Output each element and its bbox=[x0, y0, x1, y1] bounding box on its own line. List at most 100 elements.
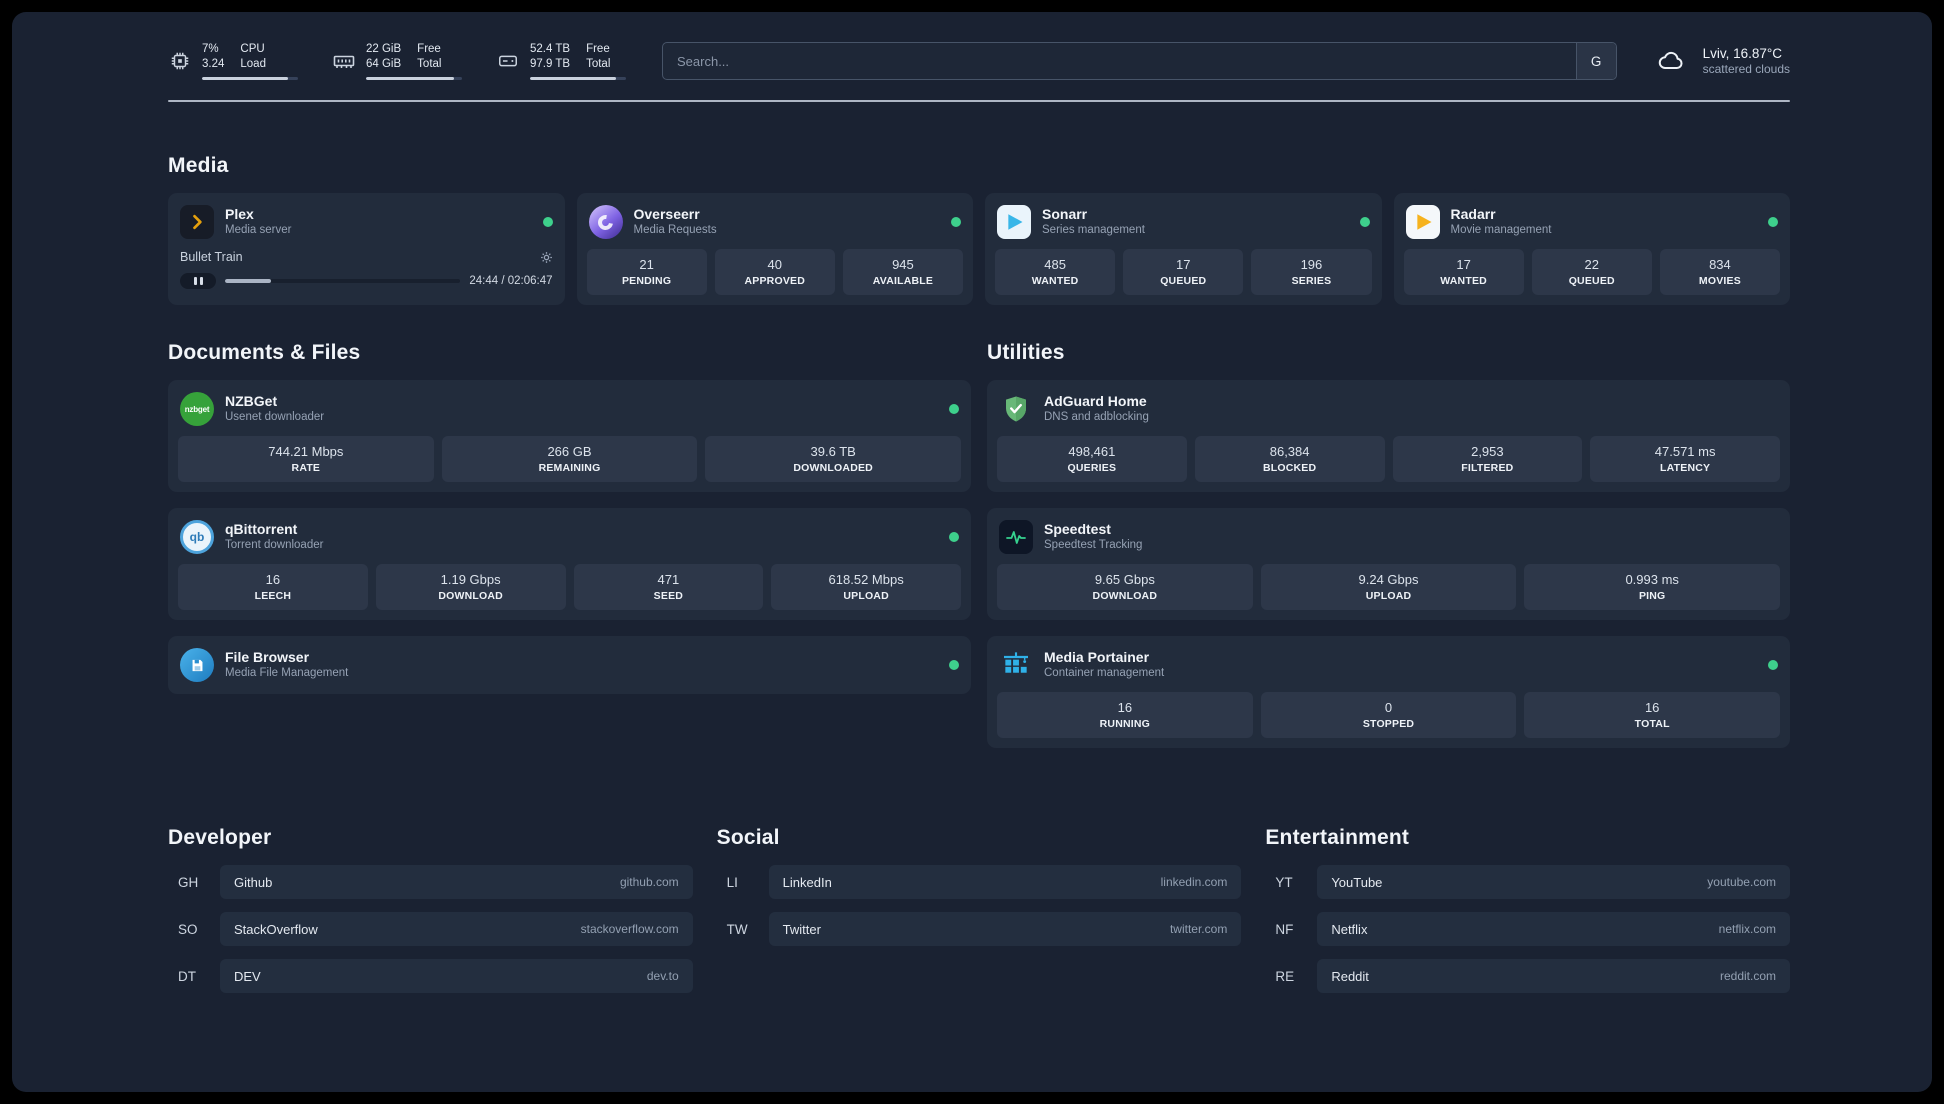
stat-filtered: 2,953 FILTERED bbox=[1392, 436, 1583, 482]
stat-queries: 498,461 QUERIES bbox=[997, 436, 1187, 482]
radarr-icon bbox=[1405, 205, 1440, 239]
bookmark-url: linkedin.com bbox=[1160, 875, 1228, 889]
search-provider-button[interactable]: G bbox=[1575, 43, 1616, 79]
now-playing-title: Bullet Train bbox=[180, 250, 243, 264]
stat-label: WANTED bbox=[1031, 275, 1079, 287]
stat-label: QUEUED bbox=[1160, 275, 1207, 287]
section-documents: Documents & Files nzbget NZBGet Usenet d… bbox=[168, 341, 971, 764]
service-card-portainer: Media Portainer Container management 16 R… bbox=[987, 636, 1790, 748]
bookmark-name: DEV bbox=[234, 968, 261, 984]
service-link-overseerr[interactable]: Overseerr Media Requests bbox=[587, 203, 964, 249]
stat-downloaded: 39.6 TB DOWNLOADED bbox=[705, 436, 962, 482]
stat-queued: 22 QUEUED bbox=[1531, 249, 1652, 295]
overseerr-stats: 21 PENDING 40 APPROVED 945 AVAILABLE bbox=[586, 249, 964, 295]
stat-value: 40 bbox=[767, 257, 782, 272]
service-name: qBittorrent bbox=[225, 521, 298, 537]
bookmarks-area: Developer GH Github github.com SO StackOverf… bbox=[168, 826, 1790, 1006]
service-name: Radarr bbox=[1450, 206, 1496, 222]
bookmark-link[interactable]: DEV dev.to bbox=[220, 959, 693, 993]
status-dot-online bbox=[949, 660, 959, 670]
bookmark-dev: DT DEV dev.to bbox=[168, 959, 693, 993]
service-link-filebrowser[interactable]: File Browser Media File Management bbox=[178, 646, 961, 684]
service-description: Container management bbox=[1044, 667, 1165, 679]
sonarr-stats: 485 WANTED 17 QUEUED 196 SERIES bbox=[995, 249, 1372, 295]
service-name: Media Portainer bbox=[1044, 649, 1150, 665]
bookmark-link[interactable]: Netflix netflix.com bbox=[1317, 912, 1790, 946]
stat-available: 945 AVAILABLE bbox=[842, 249, 964, 295]
section-media: Media Plex Media server Bullet Train 24:… bbox=[168, 154, 1790, 305]
overseerr-icon bbox=[588, 205, 623, 239]
service-link-sonarr[interactable]: Sonarr Series management bbox=[995, 203, 1372, 249]
service-name: NZBGet bbox=[225, 393, 278, 409]
gear-icon[interactable] bbox=[540, 251, 553, 264]
bookmark-name: LinkedIn bbox=[782, 874, 832, 890]
service-link-plex[interactable]: Plex Media server bbox=[178, 203, 555, 249]
stat-value: 0.993 ms bbox=[1625, 572, 1679, 587]
bookmark-abbr: YT bbox=[1275, 874, 1293, 890]
speedtest-icon bbox=[999, 520, 1033, 554]
stat-value: 485 bbox=[1044, 257, 1066, 272]
bookmark-abbr: SO bbox=[178, 921, 198, 937]
bookmark-github: GH Github github.com bbox=[168, 865, 693, 899]
pause-button[interactable] bbox=[180, 273, 216, 289]
stat-upload: 9.24 Gbps UPLOAD bbox=[1260, 564, 1517, 610]
bookmark-reddit: RE Reddit reddit.com bbox=[1265, 959, 1790, 993]
status-dot-online bbox=[1359, 217, 1370, 227]
bookmark-abbr: NF bbox=[1275, 921, 1294, 937]
status-dot-online bbox=[949, 532, 959, 542]
service-description: Speedtest Tracking bbox=[1044, 539, 1143, 551]
stat-upload: 618.52 Mbps UPLOAD bbox=[771, 564, 961, 610]
service-link-nzbget[interactable]: nzbget NZBGet Usenet downloader bbox=[178, 390, 961, 436]
service-description: Torrent downloader bbox=[225, 539, 324, 551]
disk-free-value: 52.4 TB bbox=[530, 43, 571, 55]
playback-progress-bar[interactable] bbox=[225, 279, 461, 283]
bookmark-link[interactable]: Reddit reddit.com bbox=[1317, 959, 1790, 993]
bookmark-group-entertainment: Entertainment YT YouTube youtube.com NF Netf… bbox=[1265, 826, 1790, 1006]
stat-seed: 471 SEED bbox=[573, 564, 764, 610]
cpu-icon bbox=[168, 49, 192, 73]
bookmark-url: reddit.com bbox=[1719, 969, 1776, 983]
disk-widget: 52.4 TB 97.9 TB Free Total bbox=[496, 42, 626, 80]
bookmark-link[interactable]: StackOverflow stackoverflow.com bbox=[220, 912, 693, 946]
stat-value: 196 bbox=[1300, 257, 1323, 272]
service-link-radarr[interactable]: Radarr Movie management bbox=[1404, 203, 1781, 249]
stat-wanted: 17 WANTED bbox=[1403, 249, 1524, 295]
service-card-nzbget: nzbget NZBGet Usenet downloader 744.21 M… bbox=[168, 380, 971, 492]
speedtest-stats: 9.65 Gbps DOWNLOAD 9.24 Gbps UPLOAD 0.993 ms… bbox=[997, 564, 1781, 610]
plex-now-playing: Bullet Train 24:44 / 02:06:47 bbox=[178, 249, 555, 291]
stat-label: SEED bbox=[653, 590, 684, 602]
weather-location-temp: Lviv, 16.87°C bbox=[1702, 46, 1783, 61]
bookmark-link[interactable]: Github github.com bbox=[220, 865, 693, 899]
stat-movies: 834 MOVIES bbox=[1659, 249, 1781, 295]
stat-label: RUNNING bbox=[1099, 718, 1151, 730]
service-link-qbittorrent[interactable]: qb qBittorrent Torrent downloader bbox=[178, 518, 961, 564]
stat-approved: 40 APPROVED bbox=[714, 249, 835, 295]
service-card-adguard: AdGuard Home DNS and adblocking 498,461 Q… bbox=[987, 380, 1790, 492]
bookmark-abbr: TW bbox=[726, 921, 748, 937]
service-card-plex: Plex Media server Bullet Train 24:44 / 0… bbox=[168, 193, 565, 305]
service-link-adguard[interactable]: AdGuard Home DNS and adblocking bbox=[997, 390, 1780, 436]
stat-value: 16 bbox=[265, 572, 281, 587]
bookmark-link[interactable]: Twitter twitter.com bbox=[768, 912, 1242, 946]
service-card-qbittorrent: qb qBittorrent Torrent downloader 16 LEEC… bbox=[168, 508, 971, 620]
search-input[interactable] bbox=[663, 43, 1576, 79]
stat-value: 39.6 TB bbox=[810, 444, 856, 459]
section-title-social: Social bbox=[716, 826, 780, 849]
service-link-speedtest[interactable]: Speedtest Speedtest Tracking bbox=[997, 518, 1780, 564]
bookmark-link[interactable]: YouTube youtube.com bbox=[1317, 865, 1790, 899]
bookmark-name: Netflix bbox=[1331, 921, 1368, 937]
stat-value: 618.52 Mbps bbox=[828, 572, 904, 587]
stat-value: 16 bbox=[1644, 700, 1660, 715]
section-title-entertainment: Entertainment bbox=[1265, 826, 1410, 849]
service-link-portainer[interactable]: Media Portainer Container management bbox=[997, 646, 1780, 692]
topbar-divider bbox=[168, 100, 1790, 102]
stat-label: SERIES bbox=[1291, 275, 1332, 287]
stat-label: QUERIES bbox=[1067, 462, 1117, 474]
stat-queued: 17 QUEUED bbox=[1123, 249, 1244, 295]
stat-value: 21 bbox=[639, 257, 654, 272]
adguard-icon bbox=[999, 392, 1033, 426]
bookmark-abbr: DT bbox=[178, 968, 196, 984]
status-dot-online bbox=[542, 217, 553, 227]
service-card-sonarr: Sonarr Series management 485 WANTED 17 QUEU… bbox=[985, 193, 1382, 305]
bookmark-link[interactable]: LinkedIn linkedin.com bbox=[768, 865, 1242, 899]
